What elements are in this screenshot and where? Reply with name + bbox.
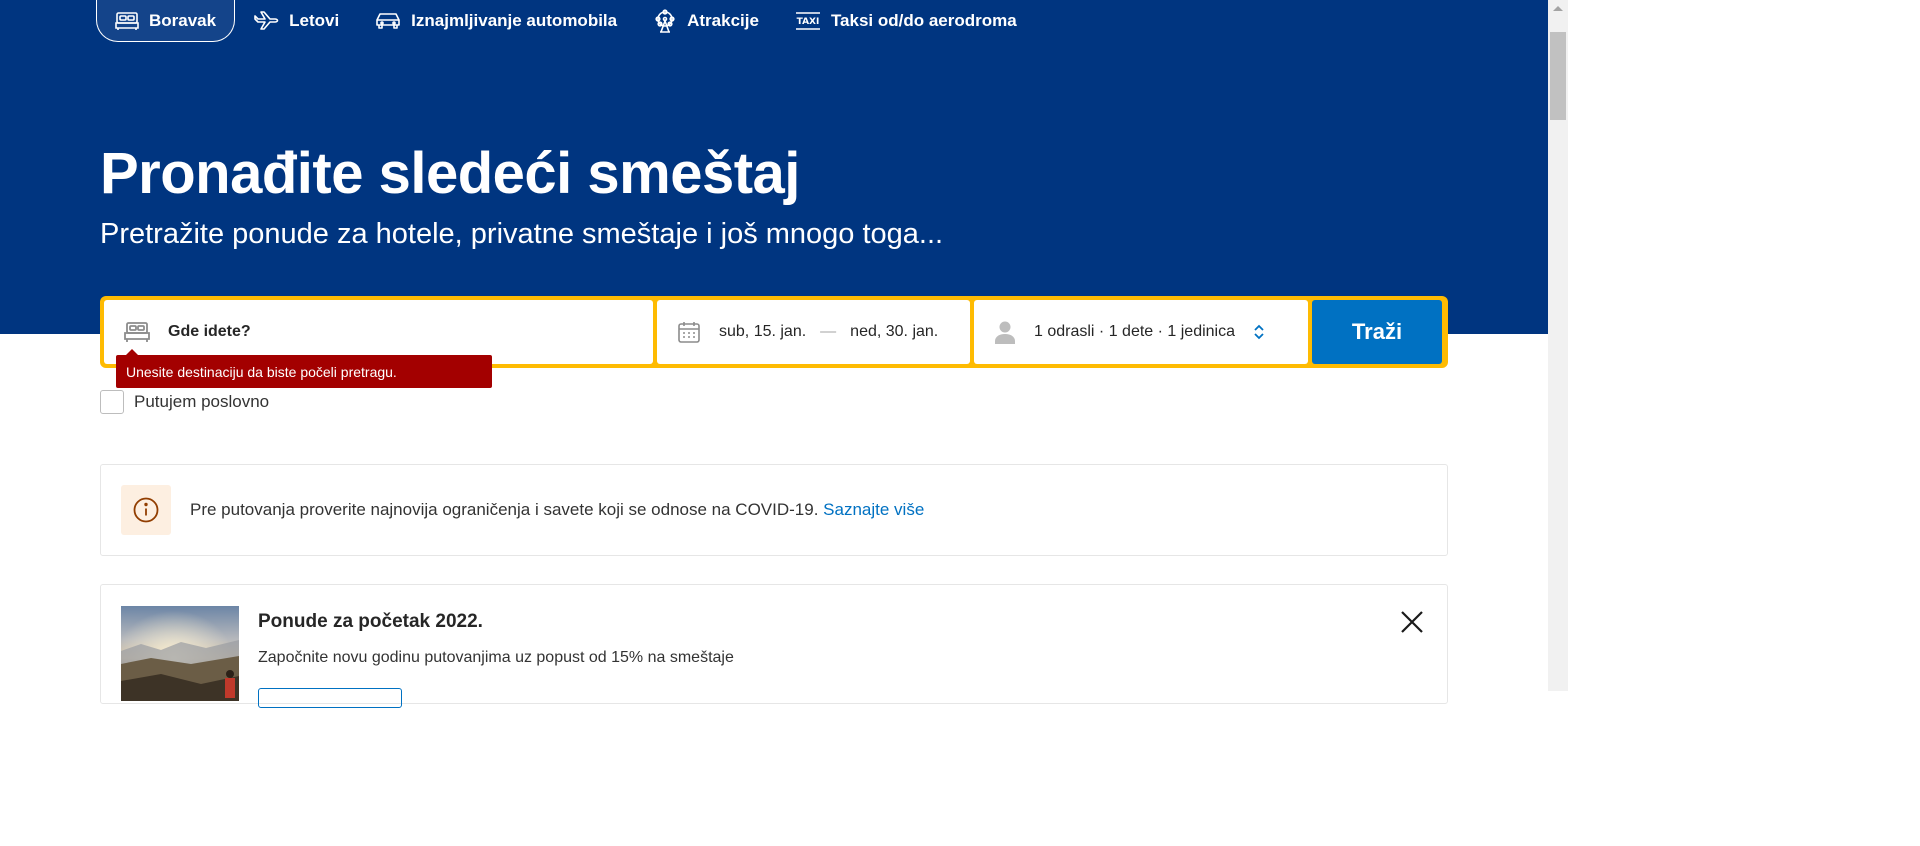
promo-title: Ponude za početak 2022. [258, 611, 483, 632]
bed-icon [115, 11, 139, 30]
car-icon [376, 13, 400, 29]
bed-icon [124, 322, 150, 342]
chevron-up-down-icon [1254, 324, 1264, 340]
guests-summary: 1 odrasli · 1 dete · 1 jedinica [1034, 323, 1235, 340]
taxi-icon: TAXI [795, 12, 820, 30]
ferris-wheel-icon [655, 9, 675, 33]
business-travel-checkbox[interactable] [100, 390, 124, 414]
nav-item-airport-taxi[interactable]: TAXI Taksi od/do aerodroma [777, 0, 1035, 42]
promo-image [121, 606, 239, 701]
promo-button[interactable] [258, 688, 402, 708]
covid-message: Pre putovanja proverite najnovija ograni… [190, 500, 819, 519]
nav-item-label: Taksi od/do aerodroma [830, 11, 1017, 30]
nav-item-label: Letovi [289, 11, 340, 30]
nav-item-car-rental[interactable]: Iznajmljivanje automobila [357, 0, 635, 42]
close-icon[interactable] [1399, 609, 1425, 635]
nav-item-flights[interactable]: Letovi [235, 0, 357, 42]
nav-item-label: Atrakcije [687, 11, 759, 30]
destination-input[interactable] [168, 323, 588, 341]
promo-description: Započnite novu godinu putovanjima uz pop… [258, 649, 734, 666]
scroll-up-arrow-icon[interactable] [1553, 6, 1563, 11]
page-title: Pronađite sledeći smeštaj [100, 141, 800, 206]
destination-error-tooltip: Unesite destinaciju da biste počeli pret… [116, 349, 492, 388]
dates-field[interactable]: sub, 15. jan. — ned, 30. jan. [657, 300, 970, 364]
covid-notice-text: Pre putovanja proverite najnovija ograni… [190, 500, 924, 520]
page-subtitle: Pretražite ponude za hotele, privatne sm… [100, 218, 944, 250]
covid-notice: Pre putovanja proverite najnovija ograni… [100, 464, 1448, 556]
nav-item-attractions[interactable]: Atrakcije [635, 0, 777, 42]
covid-learn-more-link[interactable]: Saznajte više [823, 500, 924, 519]
promo-card: Ponude za početak 2022. Započnite novu g… [100, 584, 1448, 708]
nav-item-stays[interactable]: Boravak [96, 0, 236, 42]
info-icon [121, 485, 171, 535]
nav-item-label: Boravak [149, 10, 217, 30]
guests-field[interactable]: 1 odrasli · 1 dete · 1 jedinica [974, 300, 1308, 364]
nav-item-label: Iznajmljivanje automobila [411, 11, 618, 30]
business-travel-label: Putujem poslovno [134, 392, 270, 411]
scrollbar-thumb[interactable] [1550, 32, 1566, 120]
person-icon [995, 321, 1015, 344]
svg-text:TAXI: TAXI [797, 17, 820, 27]
checkin-date: sub, 15. jan. [719, 323, 807, 340]
top-nav: Boravak Letovi Iznajmljivanje automobila… [96, 0, 1035, 42]
date-separator: — [820, 323, 837, 340]
checkout-date: ned, 30. jan. [850, 323, 939, 340]
plane-icon [254, 11, 279, 30]
calendar-icon [678, 322, 700, 343]
business-travel-option[interactable]: Putujem poslovno [100, 390, 269, 414]
search-button[interactable]: Traži [1312, 300, 1442, 364]
